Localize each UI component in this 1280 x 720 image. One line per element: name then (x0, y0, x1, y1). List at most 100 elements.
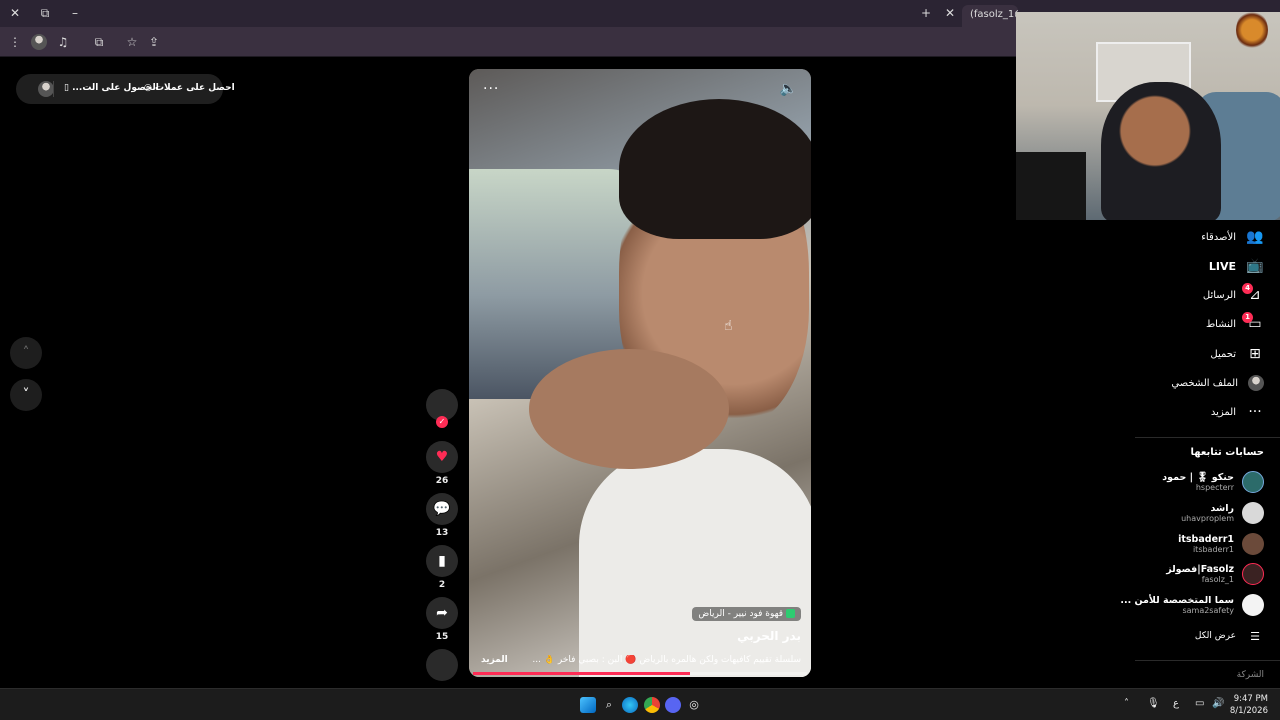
see-all-link[interactable]: عرض الكل ☰ (1195, 625, 1264, 647)
account-name: حنكو 🎖 | حمود (1162, 472, 1234, 483)
follow-check-icon[interactable]: ✓ (436, 416, 448, 428)
company-link[interactable]: الشركة (1237, 670, 1264, 680)
list-item[interactable]: Fasolz|فصولز fasolz_1 (1166, 560, 1264, 588)
like-button[interactable]: ♥ (426, 441, 458, 473)
see-all-label: عرض الكل (1194, 631, 1236, 641)
window-close-icon[interactable]: ✕ (6, 0, 24, 27)
search-icon[interactable]: ⌕ (601, 697, 617, 713)
get-coins-pill[interactable]: الحصول على الت... ▯ احصل على عملات ◎ (16, 74, 235, 104)
comment-button[interactable]: 💬 (426, 493, 458, 525)
system-clock[interactable]: 9:47 PM 8/1/2026 (1230, 693, 1268, 717)
video-player[interactable]: ··· 🔈 قهوة فود نيير - الرياض بدر الحربي … (469, 69, 811, 677)
list-item[interactable]: راشد uhavproplem (1181, 499, 1264, 527)
language-indicator[interactable]: ع (1173, 698, 1179, 709)
list-item[interactable]: itsbaderr1 itsbaderr1 (1178, 530, 1264, 558)
account-handle: sama2safety (1182, 606, 1234, 615)
caption-more-link[interactable]: المزيد (481, 655, 508, 665)
sidebar-item-activity[interactable]: النشاط ▭ 1 (1206, 312, 1264, 335)
bookmark-star-icon[interactable]: ☆ (123, 33, 141, 51)
avatar (1242, 594, 1264, 616)
like-count: 26 (435, 476, 449, 486)
profile-avatar-icon (1248, 375, 1264, 391)
tab-close-icon[interactable]: ✕ (941, 0, 959, 27)
share-count: 15 (435, 632, 449, 642)
sidebar-item-friends[interactable]: الأصدقاء 👥 (1201, 226, 1264, 248)
bookmark-icon: ▮ (438, 553, 446, 569)
windows-start-icon[interactable] (580, 697, 596, 713)
menu-icon[interactable]: ⋮ (6, 33, 24, 51)
upload-plus-icon: ⊞ (1249, 346, 1261, 362)
chrome-browser-icon[interactable] (644, 697, 660, 713)
volume-icon[interactable]: 🔈 (780, 81, 797, 97)
video-caption: سلسلة تقييم كافيهات ولكن هالمره بالرياض … (532, 655, 801, 665)
list-item[interactable]: سما المتخصصة للأمن ... sama2safety (1120, 591, 1264, 619)
heart-icon: ♥ (435, 449, 449, 465)
friends-icon: 👥 (1246, 229, 1264, 245)
discord-icon[interactable] (665, 697, 681, 713)
sidebar-item-messages[interactable]: الرسائل ⊿ 4 (1202, 283, 1264, 306)
microphone (1016, 152, 1086, 220)
sidebar-item-upload[interactable]: تحميل ⊞ (1210, 343, 1264, 365)
location-label: قهوة فود نيير - الرياض (698, 609, 784, 619)
live-tv-icon: 📺 (1246, 258, 1264, 274)
phone-icon: ▯ (64, 83, 69, 93)
account-name: Fasolz|فصولز (1166, 564, 1234, 575)
new-tab-icon[interactable]: + (917, 0, 935, 27)
sidebar-item-label: LIVE (1208, 259, 1236, 273)
person-hair (619, 99, 811, 239)
user-avatar[interactable] (38, 81, 54, 97)
sidebar-item-label: الرسائل (1202, 289, 1236, 301)
window-minimize-icon[interactable]: – (66, 0, 84, 27)
previous-video-button[interactable]: ˄ (10, 337, 42, 369)
person-hands (529, 349, 729, 469)
clock-time: 9:47 PM (1233, 694, 1268, 704)
sidebar-item-live[interactable]: LIVE 📺 (1209, 255, 1264, 277)
volume-tray-icon[interactable]: 🔊 (1212, 698, 1224, 709)
comment-count: 13 (435, 528, 449, 538)
profile-icon[interactable] (31, 34, 47, 50)
account-name: itsbaderr1 (1178, 534, 1234, 545)
tab-title: (fasolz_1@) | ... (970, 9, 1018, 20)
video-author[interactable]: بدر الحربي (737, 629, 801, 643)
save-count: 2 (438, 580, 446, 590)
extensions-icon[interactable]: ⧉ (90, 33, 108, 51)
sidebar-item-label: المزيد (1210, 406, 1236, 418)
tab-active[interactable]: (fasolz_1@) | ... (962, 5, 1018, 27)
sidebar-item-label: الأصدقاء (1201, 231, 1236, 243)
tray-overflow-icon[interactable]: ˄ (1124, 698, 1129, 709)
sidebar-item-profile[interactable]: الملف الشخصي (1171, 372, 1264, 394)
location-tag[interactable]: قهوة فود نيير - الرياض (692, 607, 801, 621)
sidebar-item-more[interactable]: المزيد ··· (1211, 401, 1264, 423)
media-control-icon[interactable]: ♫ (54, 33, 72, 51)
next-video-button[interactable]: ˅ (10, 379, 42, 411)
more-options-icon[interactable]: ··· (483, 81, 499, 97)
coin-icon: ◎ (144, 83, 152, 93)
share-arrow-icon: ➦ (436, 605, 448, 621)
account-handle: hspecterr (1195, 483, 1234, 492)
location-pin-icon (786, 609, 795, 618)
list-item[interactable]: حنكو 🎖 | حمود hspecterr (1162, 468, 1264, 496)
window-restore-icon[interactable]: ⧉ (36, 0, 54, 27)
messages-badge: 4 (1242, 283, 1253, 294)
microphone-icon[interactable]: 🎙 (1147, 698, 1160, 709)
lion-logo (1236, 10, 1268, 50)
video-progress-bar[interactable] (473, 672, 807, 675)
get-coins-button[interactable]: احصل على عملات ◎ (144, 83, 235, 93)
activity-icon: ▭ 1 (1242, 312, 1264, 332)
account-name: راشد (1210, 503, 1234, 514)
account-handle: itsbaderr1 (1192, 545, 1234, 554)
avatar (1242, 471, 1264, 493)
network-icon[interactable]: ▭ (1195, 698, 1204, 709)
mouse-cursor-icon: ☝ (724, 318, 733, 334)
share-icon[interactable]: ⇪ (145, 33, 163, 51)
streamer (1101, 82, 1221, 220)
messages-icon: ⊿ 4 (1242, 283, 1264, 303)
pill-divider (53, 81, 54, 97)
more-dots-icon: ··· (1248, 404, 1262, 420)
obs-icon[interactable]: ◎ (686, 697, 702, 713)
edge-browser-icon[interactable] (622, 697, 638, 713)
sidebar-item-label: الملف الشخصي (1171, 377, 1238, 389)
sound-avatar[interactable] (426, 649, 458, 681)
share-button[interactable]: ➦ (426, 597, 458, 629)
save-button[interactable]: ▮ (426, 545, 458, 577)
